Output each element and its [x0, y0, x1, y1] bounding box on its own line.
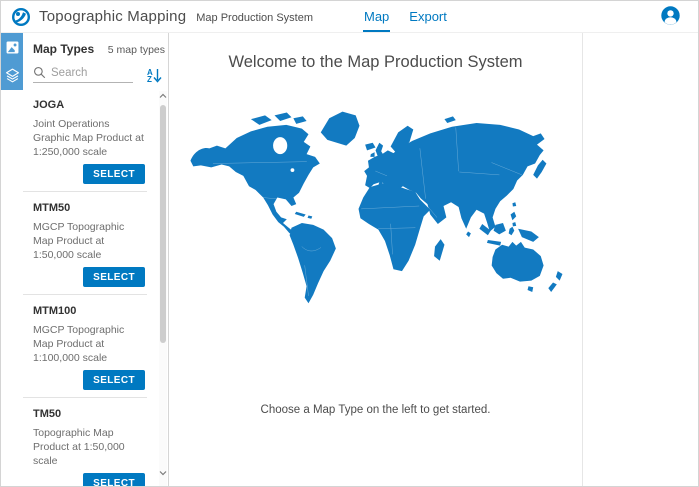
- sort-az-icon[interactable]: AZ: [147, 68, 162, 83]
- welcome-heading: Welcome to the Map Production System: [228, 53, 522, 72]
- map-type-name: TM50: [33, 405, 145, 420]
- chevron-down-icon[interactable]: [159, 468, 167, 478]
- map-type-name: JOGA: [33, 96, 145, 111]
- select-button[interactable]: SELECT: [83, 164, 145, 184]
- welcome-panel: Welcome to the Map Production System: [169, 33, 583, 486]
- globe-icon: [11, 7, 31, 27]
- app-window: Topographic Mapping Map Production Syste…: [0, 0, 699, 487]
- map-widget-icon[interactable]: [1, 33, 23, 61]
- select-button[interactable]: SELECT: [83, 370, 145, 390]
- map-type-item-mtm100: MTM100 MGCP Topographic Map Product at 1…: [23, 295, 147, 398]
- app-header: Topographic Mapping Map Production Syste…: [1, 1, 698, 33]
- chevron-up-icon[interactable]: [159, 91, 167, 101]
- select-button[interactable]: SELECT: [83, 473, 145, 486]
- tab-export[interactable]: Export: [408, 3, 448, 32]
- select-button[interactable]: SELECT: [83, 267, 145, 287]
- map-type-name: MTM50: [33, 199, 145, 214]
- map-type-item-joga: JOGA Joint Operations Graphic Map Produc…: [23, 89, 147, 192]
- map-type-list: JOGA Joint Operations Graphic Map Produc…: [23, 89, 147, 486]
- widget-toolbar: [1, 33, 23, 90]
- search-icon: [33, 66, 46, 79]
- app-title: Topographic Mapping: [39, 8, 186, 25]
- map-type-item-mtm50: MTM50 MGCP Topographic Map Product at 1:…: [23, 192, 147, 295]
- map-type-count: 5 map types: [108, 44, 165, 56]
- map-type-description: MGCP Topographic Map Product at 1:50,000…: [33, 220, 145, 262]
- map-type-item-tm50: TM50 Topographic Map Product at 1:50,000…: [23, 398, 147, 486]
- sidebar-scrollbar[interactable]: [159, 91, 167, 486]
- search-box: [33, 66, 133, 83]
- map-types-panel: Map Types 5 map types AZ: [1, 33, 169, 486]
- user-avatar-icon[interactable]: [661, 6, 680, 25]
- search-input[interactable]: [51, 67, 127, 79]
- header-tabs: Map Export: [363, 1, 448, 32]
- layers-widget-icon[interactable]: [1, 61, 23, 89]
- map-type-description: Topographic Map Product at 1:50,000 scal…: [33, 426, 145, 468]
- app-body: Map Types 5 map types AZ: [1, 33, 698, 486]
- right-gutter: [583, 33, 698, 486]
- app-subtitle: Map Production System: [196, 10, 313, 24]
- map-type-name: MTM100: [33, 302, 145, 317]
- panel-header: Map Types 5 map types: [33, 42, 165, 56]
- search-row: AZ: [33, 66, 168, 83]
- map-type-description: Joint Operations Graphic Map Product at …: [33, 117, 145, 159]
- main-area: Welcome to the Map Production System: [169, 33, 698, 486]
- world-map-graphic: [180, 105, 572, 308]
- panel-title: Map Types: [33, 42, 94, 56]
- tab-map[interactable]: Map: [363, 3, 390, 32]
- map-type-description: MGCP Topographic Map Product at 1:100,00…: [33, 323, 145, 365]
- scrollbar-thumb[interactable]: [160, 105, 166, 343]
- getting-started-hint: Choose a Map Type on the left to get sta…: [261, 404, 491, 416]
